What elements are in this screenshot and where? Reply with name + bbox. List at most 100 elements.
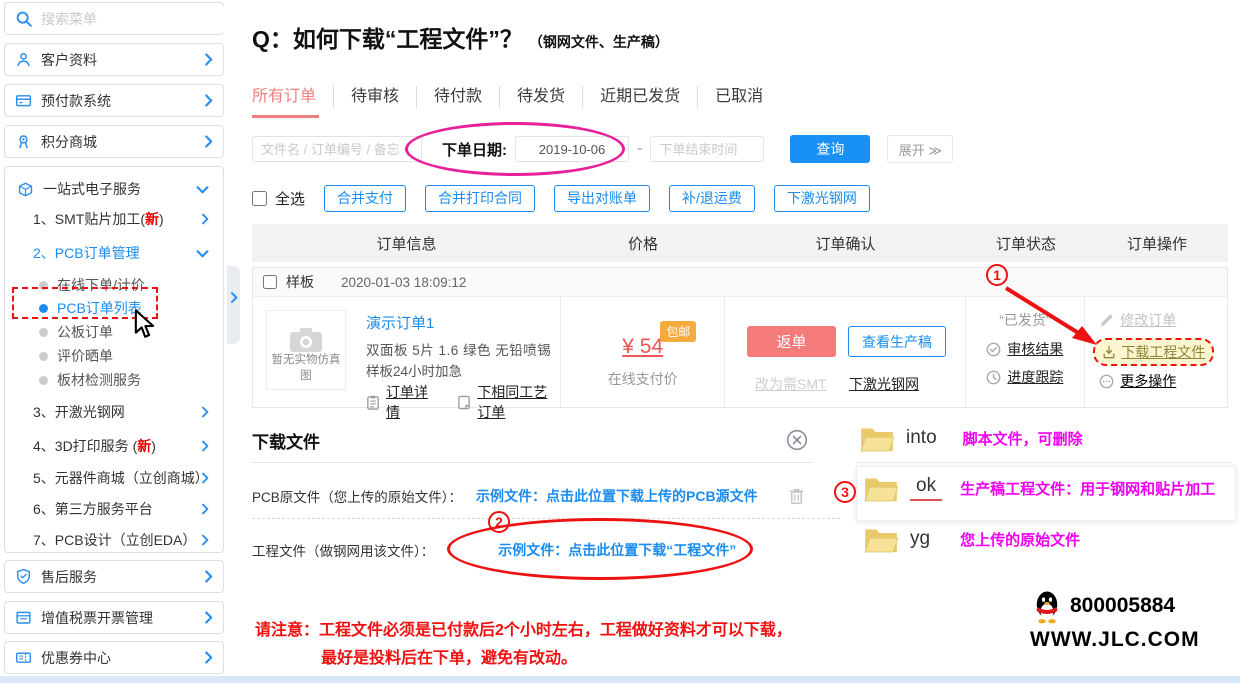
tab-pending-review[interactable]: 待审核	[333, 86, 416, 108]
select-all-checkbox[interactable]	[252, 191, 267, 206]
search-icon	[15, 10, 33, 28]
keyword-input[interactable]	[252, 136, 422, 162]
folder-row-into: into 脚本文件，可删除	[858, 422, 1083, 454]
expand-button[interactable]: 展开 ≫	[887, 135, 953, 163]
sidebar-item-third-party[interactable]: 6、第三方服务平台	[5, 497, 223, 521]
sidebar-item-coupon-center[interactable]: 优惠券中心	[4, 641, 224, 674]
folder-icon	[862, 472, 900, 504]
progress-tracking-link[interactable]: 进度跟踪	[1007, 367, 1063, 387]
sidebar-item-label: 一站式电子服务	[43, 179, 141, 199]
folder-icon	[858, 422, 896, 454]
new-badge: 新	[145, 209, 159, 229]
merge-pay-button[interactable]: 合并支付	[324, 185, 406, 212]
invoice-icon	[15, 609, 32, 626]
trash-icon[interactable]	[788, 487, 805, 505]
chevron-right-icon	[201, 503, 209, 515]
refund-shipping-button[interactable]: 补/退运费	[669, 185, 755, 212]
folder-name: ok	[910, 475, 942, 501]
sidebar-item-label: 6、第三方服务平台	[33, 499, 153, 519]
chevron-right-icon	[204, 651, 213, 664]
pcb-source-download-link[interactable]: 示例文件：点击此位置下载上传的PCB源文件	[476, 486, 758, 506]
sidebar-item-component-mall[interactable]: 5、元器件商城（立创商城）	[5, 466, 223, 490]
divider	[856, 462, 1232, 463]
tab-recently-shipped[interactable]: 近期已发货	[582, 86, 697, 108]
chevron-right-icon	[204, 611, 213, 624]
chevron-right-icon	[201, 472, 209, 484]
sidebar-item-prepay-system[interactable]: 预付款系统	[4, 84, 224, 117]
page-title-question: Q：如何下载“工程文件”？	[252, 26, 523, 52]
chevron-right-icon	[201, 534, 209, 546]
sidebar-item-smt[interactable]: 1、SMT贴片加工(新)	[5, 207, 223, 231]
sidebar-item-label: 售后服务	[41, 567, 97, 587]
sidebar-item-review-share[interactable]: 评价晒单	[5, 344, 223, 368]
sidebar-item-points-mall[interactable]: 积分商城	[4, 125, 224, 158]
thumbnail-placeholder-text: 暂无实物仿真图	[267, 351, 345, 383]
order-name-link[interactable]: 演示订单1	[366, 312, 434, 333]
sidebar-item-label: 7、PCB设计（立创EDA）	[33, 530, 196, 550]
search-button[interactable]: 查询	[790, 135, 870, 163]
export-statement-button[interactable]: 导出对账单	[554, 185, 650, 212]
more-circle-icon	[1099, 374, 1114, 389]
sidebar-item-pcb-order-mgmt[interactable]: 2、PCB订单管理	[5, 241, 223, 265]
download-icon	[1102, 345, 1116, 359]
folder-description: 您上传的原始文件	[960, 529, 1080, 550]
sidebar-item-one-stop-services[interactable]: 一站式电子服务	[5, 177, 223, 201]
close-icon[interactable]	[786, 429, 808, 451]
sidebar-item-label: 在线下单/计价	[57, 275, 145, 295]
sidebar-item-label: 预付款系统	[41, 91, 111, 111]
sidebar-item-pcb-design[interactable]: 7、PCB设计（立创EDA）	[5, 528, 223, 552]
more-actions-link[interactable]: 更多操作	[1120, 371, 1176, 391]
sidebar-item-customer-info[interactable]: 客户资料	[4, 43, 224, 76]
sidebar-item-label: 公板订单	[57, 322, 113, 342]
tab-pending-shipment[interactable]: 待发货	[499, 86, 582, 108]
folder-name: into	[906, 427, 937, 449]
chevron-right-icon	[204, 53, 213, 66]
sidebar-item-3d-print[interactable]: 4、3D打印服务 (新)	[5, 434, 223, 458]
qq-penguin-icon	[1032, 589, 1062, 624]
order-table-header: 订单信息 价格 订单确认 订单状态 订单操作	[252, 224, 1228, 262]
chevron-right-icon	[204, 94, 213, 107]
sidebar-item-after-sales[interactable]: 售后服务	[4, 560, 224, 593]
sidebar-item-board-test[interactable]: 板材检测服务	[5, 368, 223, 392]
sidebar-item-public-board[interactable]: 公板订单	[5, 320, 223, 344]
order-info-cell: 暂无实物仿真图 演示订单1 双面板 5片 1.6 绿色 无铅喷锡 样板24小时加…	[253, 297, 561, 407]
tab-cancelled[interactable]: 已取消	[697, 86, 780, 108]
sidebar-item-label: 积分商城	[41, 132, 97, 152]
sidebar-collapse-handle[interactable]	[227, 266, 240, 344]
order-date-start-input[interactable]	[515, 136, 629, 162]
order-date-end-input[interactable]	[650, 136, 764, 162]
sidebar-item-pcb-order-list[interactable]: PCB订单列表	[5, 296, 223, 320]
order-laser-stencil-link[interactable]: 下激光钢网	[849, 374, 919, 394]
bullet-dot-icon	[39, 281, 48, 290]
divider	[252, 462, 812, 463]
tab-all-orders[interactable]: 所有订单	[252, 86, 333, 108]
camera-icon	[289, 327, 323, 353]
new-badge: 新	[137, 436, 151, 456]
order-thumbnail: 暂无实物仿真图	[266, 310, 346, 390]
sidebar-services-group: 一站式电子服务 1、SMT贴片加工(新) 2、PCB订单管理 在线下单/计价 P…	[4, 166, 224, 553]
date-range-separator: -	[637, 140, 642, 158]
sidebar-item-online-order[interactable]: 在线下单/计价	[5, 273, 223, 297]
chevron-right-icon	[201, 213, 209, 225]
order-confirm-cell: 返单 查看生产稿 改为需SMT 下激光钢网	[725, 297, 966, 407]
audit-result-link[interactable]: 审核结果	[1007, 339, 1063, 359]
view-production-draft-button[interactable]: 查看生产稿	[848, 326, 946, 357]
engineering-file-download-link[interactable]: 示例文件：点击此位置下载“工程文件”	[498, 540, 736, 560]
col-header-operation: 订单操作	[1086, 233, 1228, 254]
sidebar-item-laser-stencil[interactable]: 3、开激光钢网	[5, 400, 223, 424]
col-header-confirm: 订单确认	[725, 233, 966, 254]
change-to-smt-link[interactable]: 改为需SMT	[755, 374, 827, 394]
sidebar-item-vat-invoice[interactable]: 增值税票开票管理	[4, 601, 224, 634]
order-detail-link[interactable]: 订单详情	[386, 382, 433, 422]
sidebar-search-input[interactable]	[33, 6, 230, 32]
order-checkbox[interactable]	[263, 275, 277, 289]
merge-print-contract-button[interactable]: 合并打印合同	[425, 185, 535, 212]
sidebar-search-box[interactable]	[4, 2, 224, 35]
download-engineering-file-link[interactable]: 下载工程文件	[1093, 338, 1214, 366]
order-price-link[interactable]: ¥ 54	[622, 335, 663, 358]
reorder-button[interactable]: 返单	[747, 326, 836, 357]
tab-pending-payment[interactable]: 待付款	[416, 86, 499, 108]
same-process-order-link[interactable]: 下相同工艺订单	[477, 382, 560, 422]
order-laser-stencil-button[interactable]: 下激光钢网	[774, 185, 870, 212]
bullet-dot-icon	[39, 328, 48, 337]
